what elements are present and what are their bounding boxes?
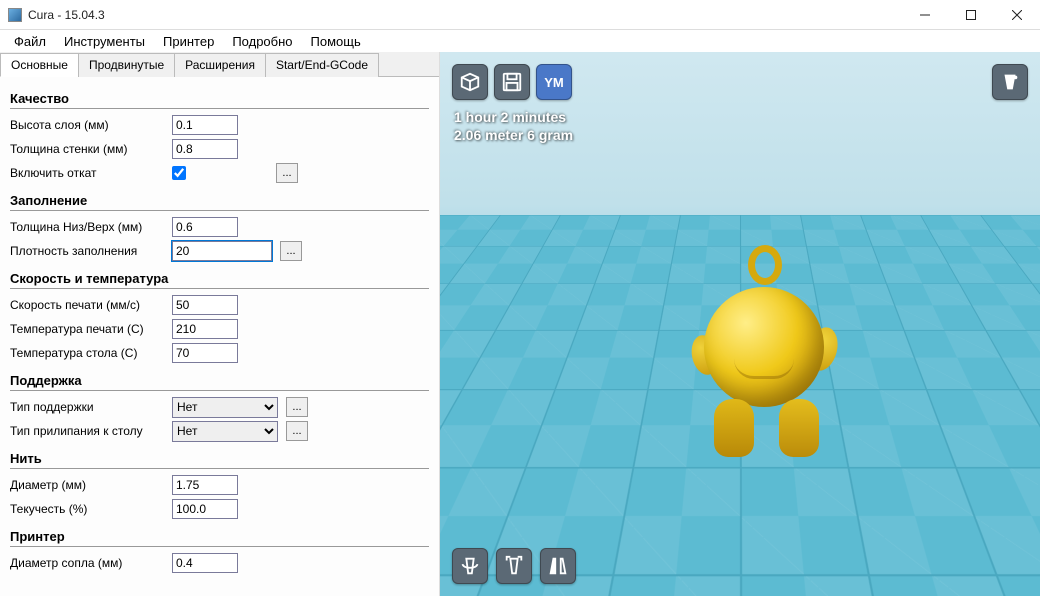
label-bed-temp: Температура стола (C) [10,346,172,360]
view-mode-button[interactable] [992,64,1028,100]
mirror-button[interactable] [540,548,576,584]
tab-advanced[interactable]: Продвинутые [78,53,175,77]
menubar: Файл Инструменты Принтер Подробно Помощь [0,30,1040,52]
window-title: Cura - 15.04.3 [28,8,902,22]
section-support: Поддержка [10,373,429,391]
settings-panel: Основные Продвинутые Расширения Start/En… [0,52,440,596]
input-flow[interactable] [172,499,238,519]
label-shell-thickness: Толщина стенки (мм) [10,142,172,156]
input-nozzle[interactable] [172,553,238,573]
model-object[interactable] [686,237,851,457]
load-model-button[interactable] [452,64,488,100]
label-print-temp: Температура печати (C) [10,322,172,336]
checkbox-retraction[interactable] [172,166,186,180]
print-estimate: 1 hour 2 minutes 2.06 meter 6 gram [454,108,573,144]
rotate-button[interactable] [452,548,488,584]
input-diameter[interactable] [172,475,238,495]
window-titlebar: Cura - 15.04.3 [0,0,1040,30]
menu-details[interactable]: Подробно [224,32,300,51]
youmagine-button[interactable]: YM [536,64,572,100]
tab-gcode[interactable]: Start/End-GCode [265,53,379,77]
estimate-usage: 2.06 meter 6 gram [454,126,573,144]
input-bed-temp[interactable] [172,343,238,363]
section-machine: Принтер [10,529,429,547]
label-support-type: Тип поддержки [10,400,172,414]
app-icon [8,8,22,22]
menu-tools[interactable]: Инструменты [56,32,153,51]
section-fill: Заполнение [10,193,429,211]
tab-plugins[interactable]: Расширения [174,53,266,77]
support-more-button[interactable]: ... [286,397,308,417]
estimate-time: 1 hour 2 minutes [454,108,573,126]
scale-button[interactable] [496,548,532,584]
input-print-speed[interactable] [172,295,238,315]
label-bottom-top: Толщина Низ/Верх (мм) [10,220,172,234]
label-nozzle: Диаметр сопла (мм) [10,556,172,570]
select-support-type[interactable]: Нет [172,397,278,418]
adhesion-more-button[interactable]: ... [286,421,308,441]
label-retraction: Включить откат [10,166,172,180]
minimize-button[interactable] [902,0,948,30]
menu-printer[interactable]: Принтер [155,32,222,51]
input-bottom-top[interactable] [172,217,238,237]
label-diameter: Диаметр (мм) [10,478,172,492]
3d-viewport[interactable]: YM 1 hour 2 minutes 2.06 meter 6 gram [440,52,1040,596]
label-adhesion-type: Тип прилипания к столу [10,424,172,438]
tab-basic[interactable]: Основные [0,53,79,77]
section-quality: Качество [10,91,429,109]
section-filament: Нить [10,451,429,469]
label-fill-density: Плотность заполнения [10,244,172,258]
retraction-more-button[interactable]: ... [276,163,298,183]
fill-more-button[interactable]: ... [280,241,302,261]
menu-file[interactable]: Файл [6,32,54,51]
input-print-temp[interactable] [172,319,238,339]
input-layer-height[interactable] [172,115,238,135]
input-shell-thickness[interactable] [172,139,238,159]
menu-help[interactable]: Помощь [303,32,369,51]
label-flow: Текучесть (%) [10,502,172,516]
settings-tabs: Основные Продвинутые Расширения Start/En… [0,52,439,77]
select-adhesion-type[interactable]: Нет [172,421,278,442]
save-button[interactable] [494,64,530,100]
section-speed-temp: Скорость и температура [10,271,429,289]
label-print-speed: Скорость печати (мм/с) [10,298,172,312]
maximize-button[interactable] [948,0,994,30]
close-button[interactable] [994,0,1040,30]
label-layer-height: Высота слоя (мм) [10,118,172,132]
input-fill-density[interactable] [172,241,272,261]
